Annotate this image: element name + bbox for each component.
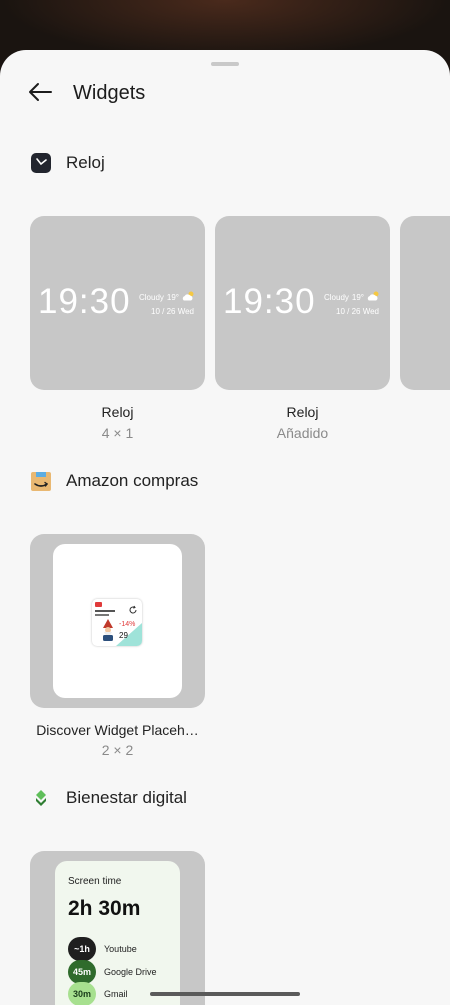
app-name: Gmail [104,989,128,999]
clock-widget-preview-added[interactable]: 19:30 Cloudy 19° 10 / 26 Wed [215,216,390,390]
text-line [95,614,109,616]
clock-date: 10 / 26 Wed [336,307,379,316]
screen-time-title: Screen time [68,876,122,887]
home-gesture-bar[interactable] [150,992,300,996]
cloud-sun-icon [367,291,380,303]
clock-date: 10 / 26 Wed [151,307,194,316]
usage-time: ~1h [68,937,96,961]
widget-name: Discover Widget Placeh… [36,722,199,738]
section-header-reloj: Reloj [30,152,105,174]
screen-time-widget-preview[interactable]: Screen time 2h 30m ~1h Youtube 45m Googl… [30,851,205,1005]
widget-size: 4 × 1 [101,425,134,441]
section-title: Amazon compras [66,471,199,490]
page-title: Widgets [73,82,146,104]
clock-app-icon [30,152,52,174]
section-header-amazon: Amazon compras [30,470,198,492]
app-name: Google Drive [104,967,157,977]
gnome-product-image [98,618,118,642]
widget-status: Añadido [276,425,329,441]
widget-size: 2 × 2 [101,742,134,758]
section-header-wellbeing: Bienestar digital [30,787,187,809]
price-label: 29 [119,631,128,640]
section-title: Bienestar digital [66,788,187,807]
app-usage-row: ~1h Youtube [68,937,137,961]
clock-time: 19:30 [223,282,316,321]
weather-text: Cloudy [324,292,349,302]
clock-weather: Cloudy 19° [324,291,380,303]
cloud-sun-icon [182,291,195,303]
section-title: Reloj [66,153,105,172]
back-arrow-icon [28,82,52,107]
digital-wellbeing-icon [30,787,52,809]
app-name: Youtube [104,944,137,954]
deal-badge [95,602,102,607]
clock-weather: Cloudy 19° [139,291,195,303]
weather-text: Cloudy [139,292,164,302]
widget-name: Reloj [101,404,134,420]
clock-widget-preview-more[interactable] [400,216,450,390]
clock-widget-preview-4x1[interactable]: 19:30 Cloudy 19° 10 / 26 Wed [30,216,205,390]
amazon-widget-preview[interactable]: -14% 29 [30,534,205,708]
app-usage-row: 30m Gmail [68,982,128,1005]
discount-label: -14% [119,621,136,628]
widgets-sheet: Widgets Reloj 19:30 Cloudy 19° 10 / 26 W… [0,50,450,1005]
temperature: 19° [166,292,180,302]
usage-time: 45m [68,960,96,984]
drag-handle[interactable] [211,62,239,66]
usage-time: 30m [68,982,96,1005]
widget-preview-surface: Screen time 2h 30m ~1h Youtube 45m Googl… [55,861,180,1005]
screen-time-total: 2h 30m [68,897,141,920]
back-button[interactable] [24,80,56,108]
temperature: 19° [351,292,365,302]
widget-name: Reloj [286,404,319,420]
app-usage-row: 45m Google Drive [68,960,157,984]
clock-time: 19:30 [38,282,131,321]
discover-widget-thumbnail: -14% 29 [92,599,142,646]
text-line [95,610,115,612]
amazon-app-icon [30,470,52,492]
refresh-icon [128,602,138,614]
widget-preview-surface: -14% 29 [53,544,182,698]
